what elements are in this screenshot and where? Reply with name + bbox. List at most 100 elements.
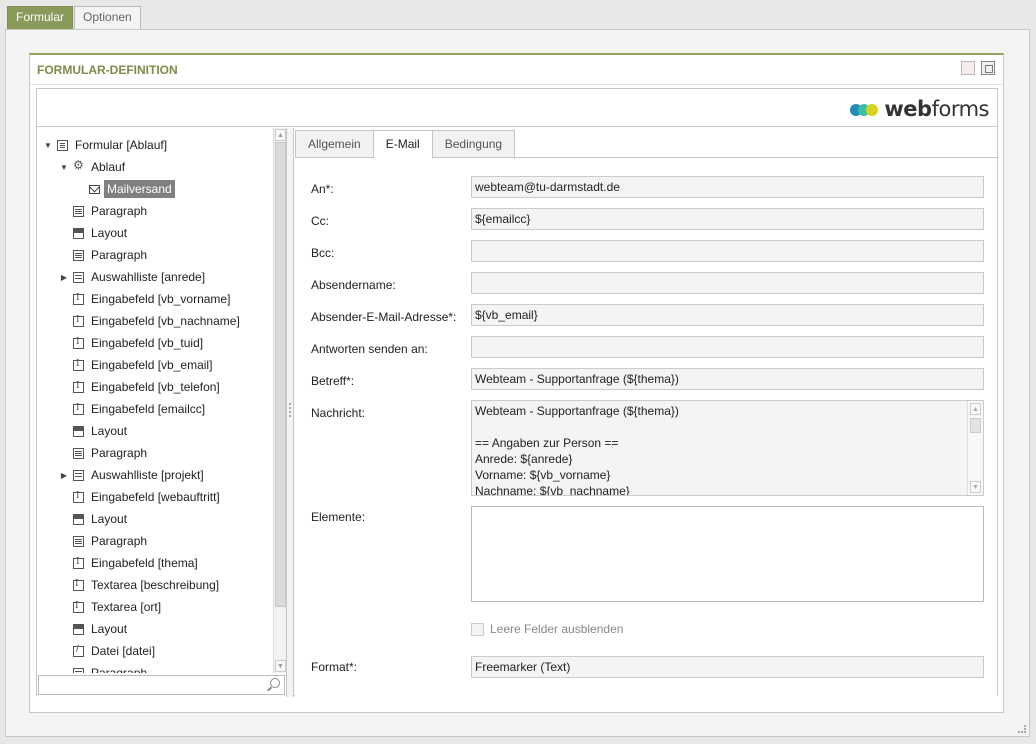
tree-item-label: Paragraph [91,248,148,262]
tree-item-label: Auswahlliste [anrede] [91,270,206,284]
tree-item-label: Paragraph [91,204,148,218]
cc-label: Cc: [311,214,329,228]
input-icon [73,403,84,415]
tree-item[interactable]: Paragraph [37,200,273,222]
editor-area: webforms ▼ Formular [Ablauf] ▼ Ablauf Mailve… [36,88,998,697]
tab-optionen[interactable]: Optionen [74,6,141,29]
tree-item[interactable]: ▶ Auswahlliste [projekt] [37,464,273,486]
betreff-input[interactable]: Webteam - Supportanfrage (${thema}) [471,368,984,390]
checkbox-icon[interactable] [471,622,484,636]
format-select[interactable]: Freemarker (Text) [471,656,984,678]
tree-item[interactable]: Datei [datei] [37,640,273,662]
scroll-up-icon[interactable]: ▲ [275,129,286,141]
search-icon[interactable] [270,678,280,688]
panel-title: FORMULAR-DEFINITION [37,63,178,77]
textarea-icon [73,579,84,591]
tree-scrollbar[interactable]: ▲ ▼ [273,128,286,673]
tree-item[interactable]: Eingabefeld [vb_nachname] [37,310,273,332]
tree-item[interactable]: Eingabefeld [thema] [37,552,273,574]
absender-email-input[interactable]: ${vb_email} [471,304,984,326]
para-icon [73,205,84,217]
splitter-grip-icon[interactable] [289,403,291,417]
tree-item-label: Ablauf [91,160,126,174]
expand-arrow-icon[interactable]: ▶ [59,273,69,282]
tree-item[interactable]: ▼ Ablauf [37,156,273,178]
expand-arrow-icon[interactable]: ▶ [59,471,69,480]
bcc-input[interactable] [471,240,984,262]
pane-splitter[interactable] [287,128,294,697]
tree-item[interactable]: Paragraph [37,442,273,464]
select-icon [73,271,84,283]
tree-item[interactable]: Layout [37,222,273,244]
input-icon [73,557,84,569]
tree-item[interactable]: Eingabefeld [vb_vorname] [37,288,273,310]
tree-item-label: Textarea [ort] [91,600,162,614]
nachricht-textarea[interactable]: Webteam - Supportanfrage (${thema}) == A… [471,400,984,496]
tree-item[interactable]: Eingabefeld [vb_tuid] [37,332,273,354]
tree-item[interactable]: Layout [37,420,273,442]
form-tree: ▼ Formular [Ablauf] ▼ Ablauf Mailversand Para… [37,128,273,673]
window-icon[interactable] [981,61,995,75]
tab-bedingung[interactable]: Bedingung [432,130,516,158]
tree-item[interactable]: Eingabefeld [vb_email] [37,354,273,376]
antworten-input[interactable] [471,336,984,358]
scroll-down-icon[interactable]: ▼ [970,481,981,493]
content-frame: FORMULAR-DEFINITION webforms ▼ Formular [… [5,29,1030,737]
tree-item-label: Eingabefeld [emailcc] [91,402,206,416]
tree-search-input[interactable] [38,675,285,695]
cc-input[interactable]: ${emailcc} [471,208,984,230]
tree-item[interactable]: Paragraph [37,662,273,673]
collapse-arrow-icon[interactable]: ▼ [59,163,69,172]
tree-item-label: Eingabefeld [thema] [91,556,198,570]
tab-formular[interactable]: Formular [7,6,74,29]
tree-item[interactable]: Layout [37,618,273,640]
scroll-thumb[interactable] [275,142,286,607]
input-icon [73,359,84,371]
tree-item[interactable]: Textarea [beschreibung] [37,574,273,596]
betreff-label: Betreff*: [311,374,355,388]
tree-item[interactable]: Mailversand [37,178,273,200]
tree-item-label: Mailversand [104,180,175,198]
tree-item[interactable]: ▶ Auswahlliste [anrede] [37,266,273,288]
tree-item-label: Layout [91,512,128,526]
leere-felder-checkbox[interactable]: Leere Felder ausblenden [471,622,623,636]
tree-item[interactable]: ▼ Formular [Ablauf] [37,134,273,156]
nachricht-label: Nachricht: [311,406,366,420]
para-icon [73,535,84,547]
tree-item[interactable]: Eingabefeld [webauftritt] [37,486,273,508]
tree-item[interactable]: Eingabefeld [emailcc] [37,398,273,420]
absender-email-label: Absender-E-Mail-Adresse*: [311,310,457,324]
tab-allgemein[interactable]: Allgemein [295,130,374,158]
tree-item[interactable]: Textarea [ort] [37,596,273,618]
scroll-thumb[interactable] [970,418,981,433]
gear-icon [73,158,84,173]
resize-grip-icon[interactable] [1018,725,1026,733]
tree-item-label: Eingabefeld [vb_email] [91,358,213,372]
tree-item-label: Layout [91,424,128,438]
tree-item[interactable]: Eingabefeld [vb_telefon] [37,376,273,398]
textarea-icon [73,601,84,613]
nachricht-line: Anrede: ${anrede} [475,452,573,466]
nachricht-line: Nachname: ${vb_nachname} [475,484,630,496]
scroll-up-icon[interactable]: ▲ [970,403,981,415]
document-icon[interactable] [961,61,975,75]
nachricht-line [472,419,983,435]
absendername-input[interactable] [471,272,984,294]
elemente-box[interactable] [471,506,984,602]
webforms-logo: webforms [850,97,990,121]
tree-item[interactable]: Paragraph [37,244,273,266]
layout-icon [73,227,84,239]
para-icon [73,249,84,261]
format-label: Format*: [311,660,358,674]
scroll-down-icon[interactable]: ▼ [275,660,286,672]
tree-item[interactable]: Paragraph [37,530,273,552]
collapse-arrow-icon[interactable]: ▼ [43,141,53,150]
tree-item-label: Paragraph [91,446,148,460]
input-icon [73,381,84,393]
nachricht-scrollbar[interactable]: ▲ ▼ [967,401,983,495]
tree-item[interactable]: Layout [37,508,273,530]
tree-item-label: Datei [datei] [91,644,156,658]
tab-email[interactable]: E-Mail [373,130,433,159]
an-input[interactable]: webteam@tu-darmstadt.de [471,176,984,198]
tree-item-label: Eingabefeld [vb_vorname] [91,292,231,306]
